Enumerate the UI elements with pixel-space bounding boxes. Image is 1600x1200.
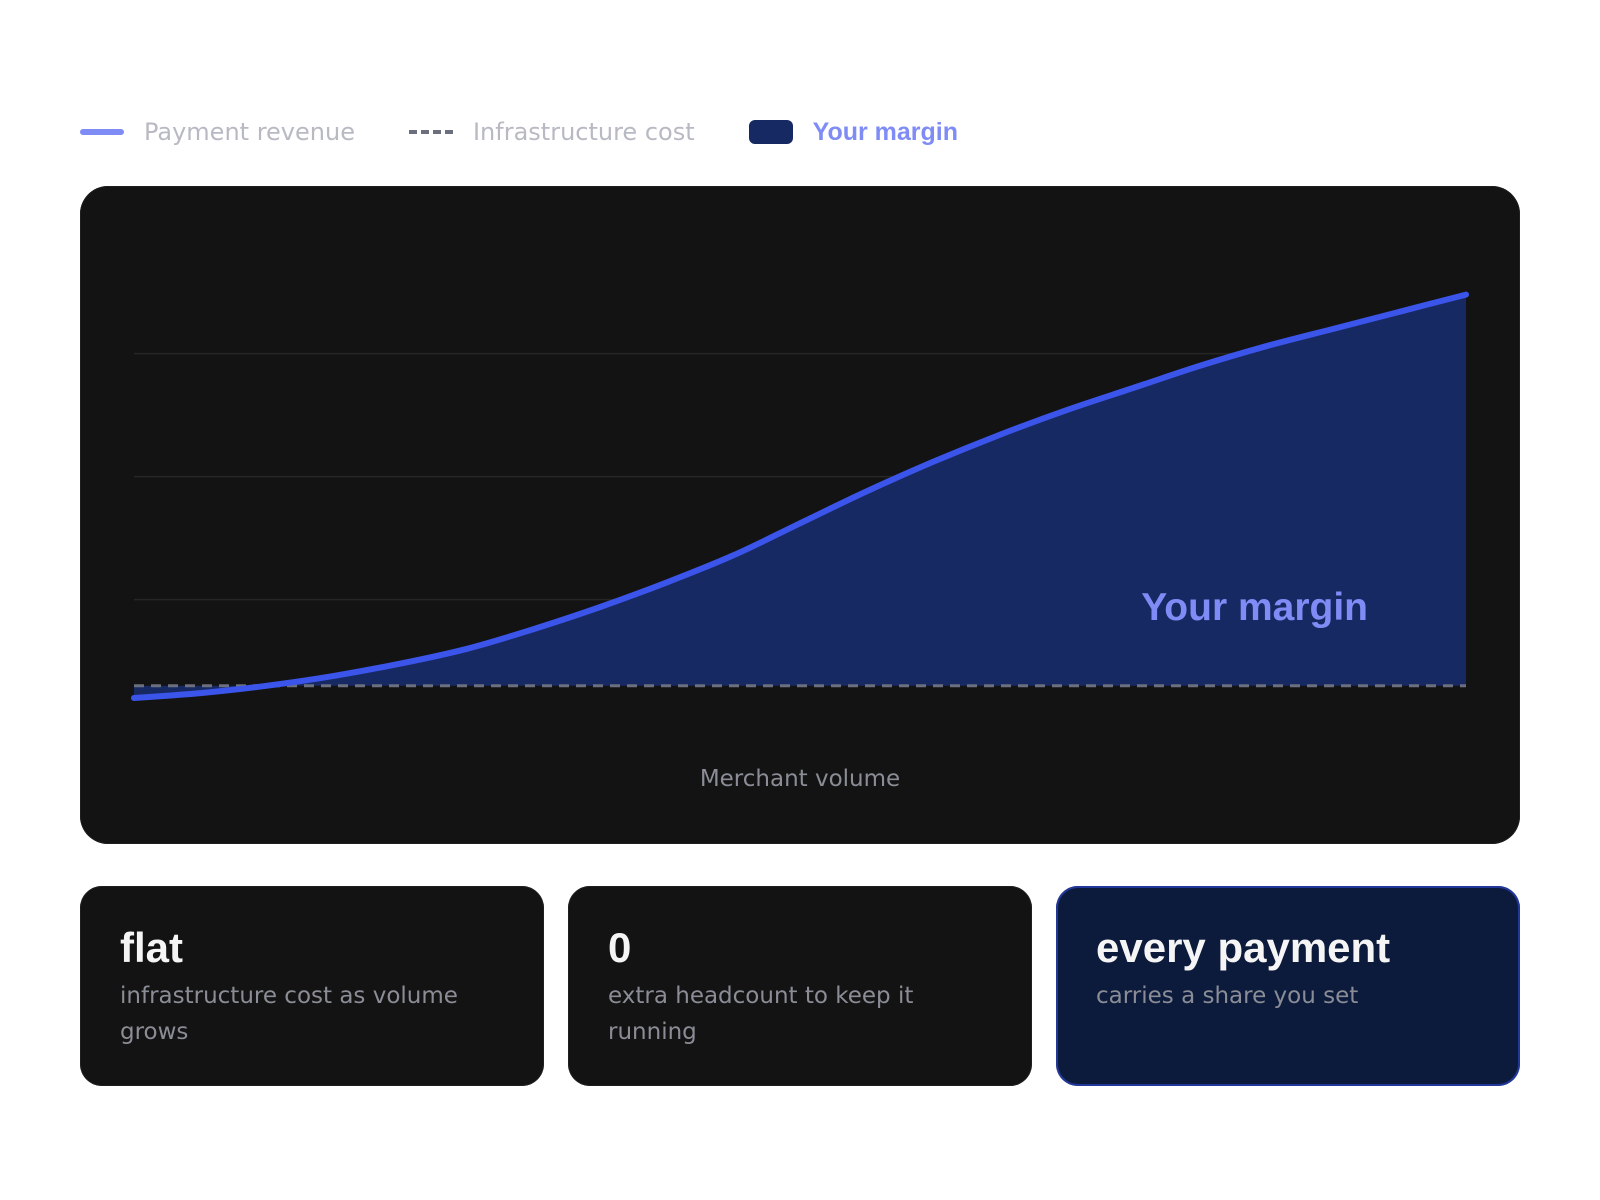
legend-label-revenue: Payment revenue — [144, 118, 355, 146]
stat-card-headcount: 0 extra headcount to keep it running — [568, 886, 1032, 1086]
chart-card: Your margin Merchant volume — [80, 186, 1520, 844]
margin-chart: Your margin — [131, 291, 1469, 701]
stat-card-flat: flat infrastructure cost as volume grows — [80, 886, 544, 1086]
legend-label-margin: Your margin — [812, 117, 959, 146]
stat-value: every payment — [1096, 924, 1391, 971]
margin-area — [134, 294, 1466, 698]
margin-area-swatch-icon — [748, 120, 793, 144]
stat-value: 0 — [608, 924, 632, 971]
stat-value: flat — [120, 924, 183, 971]
cost-dashed-swatch-icon — [408, 130, 453, 134]
legend-label-cost: Infrastructure cost — [472, 118, 695, 146]
revenue-line-swatch-icon — [80, 129, 124, 135]
stat-description: extra headcount to keep it running — [608, 983, 914, 1046]
margin-area-annotation: Your margin — [1141, 586, 1368, 629]
stat-card-every-payment: every payment carries a share you set — [1056, 886, 1520, 1086]
stat-description: infrastructure cost as volume grows — [120, 983, 458, 1046]
legend-item-margin[interactable]: Your margin — [748, 117, 959, 147]
legend-item-cost[interactable]: Infrastructure cost — [408, 118, 695, 146]
chart-legend: Payment revenue Infrastructure cost Your… — [80, 112, 1012, 152]
legend-item-revenue[interactable]: Payment revenue — [80, 118, 355, 146]
x-axis-label: Merchant volume — [699, 766, 901, 792]
stat-description: carries a share you set — [1096, 983, 1359, 1010]
